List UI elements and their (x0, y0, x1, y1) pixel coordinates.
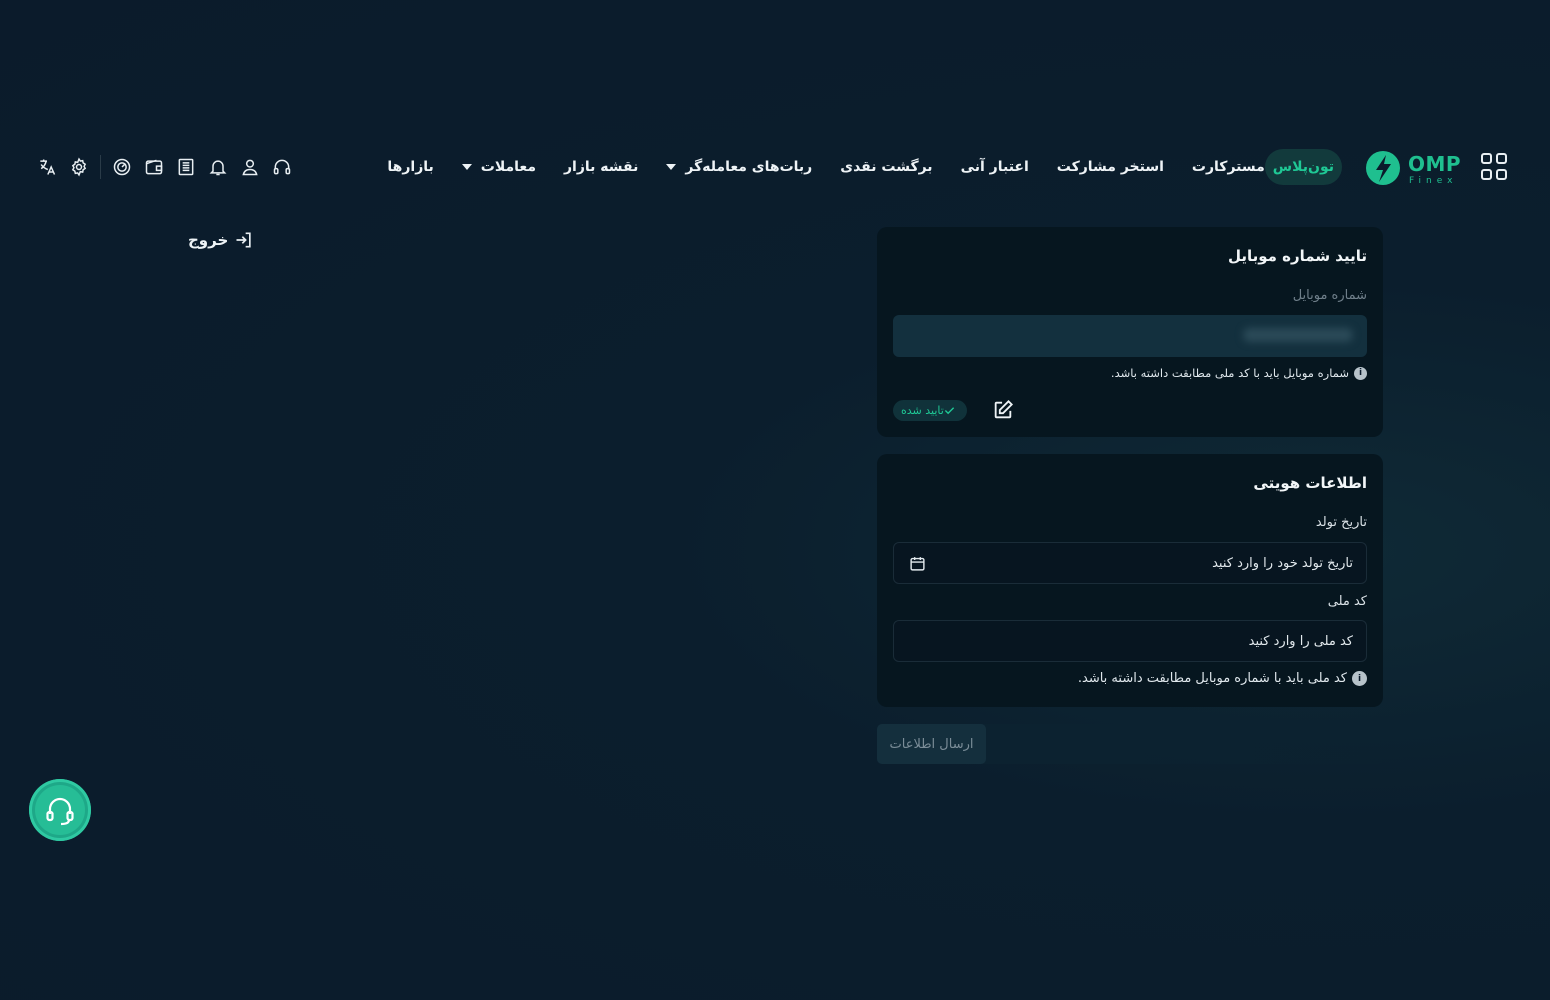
birth-date-input[interactable] (894, 543, 1366, 583)
nav-item-0[interactable]: بازارها (387, 149, 433, 185)
apps-grid-icon[interactable] (1481, 153, 1509, 181)
national-code-label: کد ملی (1327, 594, 1367, 609)
logo-mark-icon (1366, 151, 1400, 185)
birth-date-field[interactable] (893, 542, 1367, 584)
mobile-verification-card: تایید شماره موبایل شماره موبایل i شماره … (877, 227, 1383, 437)
national-hint: i کد ملی باید با شماره موبایل مطابقت داش… (1078, 671, 1367, 686)
headset-icon (46, 797, 74, 826)
mobile-value-blurred (1243, 328, 1353, 342)
nav-item-5[interactable]: اعتبار آنی (961, 149, 1029, 185)
logout-button[interactable]: خروج (188, 230, 254, 250)
support-chat-button[interactable] (29, 779, 91, 841)
verified-badge: تایید شده (893, 400, 967, 421)
top-header: OMP Finex بازارها معاملات نقشه بازار ربات‌ه… (0, 145, 1550, 189)
verified-text: تایید شده (901, 404, 944, 417)
settings-icon[interactable] (68, 156, 90, 178)
user-icon[interactable] (239, 156, 261, 178)
nav-item-6[interactable]: استخر مشارکت (1057, 149, 1164, 185)
wallet-icon[interactable] (143, 156, 165, 178)
mobile-field-label: شماره موبایل (1292, 288, 1367, 303)
nav-item-4[interactable]: برگشت نقدی (840, 149, 932, 185)
submit-button[interactable]: ارسال اطلاعات (877, 724, 986, 764)
gauge-icon[interactable] (111, 156, 133, 178)
identity-info-card: اطلاعات هویتی تاریخ تولد کد ملی i کد ملی… (877, 454, 1383, 707)
edit-icon[interactable] (992, 399, 1014, 421)
brand-logo[interactable]: OMP Finex (1364, 148, 1464, 188)
birth-date-label: تاریخ تولد (1315, 515, 1367, 530)
language-icon[interactable] (36, 156, 58, 178)
support-fab-inner (35, 785, 85, 835)
logo-word: OMP (1408, 152, 1462, 176)
main-nav: بازارها معاملات نقشه بازار ربات‌های معامله‌… (359, 145, 1342, 189)
mobile-hint: i شماره موبایل باید با کد ملی مطابقت داش… (1111, 366, 1367, 380)
national-code-input[interactable] (894, 621, 1366, 661)
identity-card-title: اطلاعات هویتی (1253, 474, 1367, 492)
orders-icon[interactable] (175, 156, 197, 178)
mobile-card-title: تایید شماره موبایل (1227, 247, 1367, 265)
logo-sub: Finex (1409, 176, 1458, 186)
mobile-hint-text: شماره موبایل باید با کد ملی مطابقت داشته… (1110, 366, 1349, 380)
info-icon: i (1352, 671, 1367, 686)
national-code-field[interactable] (893, 620, 1367, 662)
nav-item-3[interactable]: ربات‌های معامله‌گر (666, 149, 812, 185)
info-icon: i (1354, 366, 1367, 380)
logout-icon (236, 232, 251, 248)
headset-icon[interactable] (271, 156, 293, 178)
logout-label: خروج (188, 231, 229, 249)
nav-item-7[interactable]: مسترکارت (1192, 149, 1265, 185)
calendar-icon[interactable] (909, 555, 926, 572)
nav-item-2[interactable]: نقشه بازار (564, 149, 638, 185)
nav-item-8[interactable]: تون‌پلاس (1264, 149, 1342, 185)
nav-item-1[interactable]: معاملات (462, 149, 536, 185)
mobile-input[interactable] (893, 315, 1367, 357)
toolbar-divider (100, 155, 101, 179)
header-toolbar (36, 153, 293, 181)
check-icon (944, 407, 954, 415)
bell-icon[interactable] (207, 156, 229, 178)
national-hint-text: کد ملی باید با شماره موبایل مطابقت داشته… (1077, 671, 1347, 686)
